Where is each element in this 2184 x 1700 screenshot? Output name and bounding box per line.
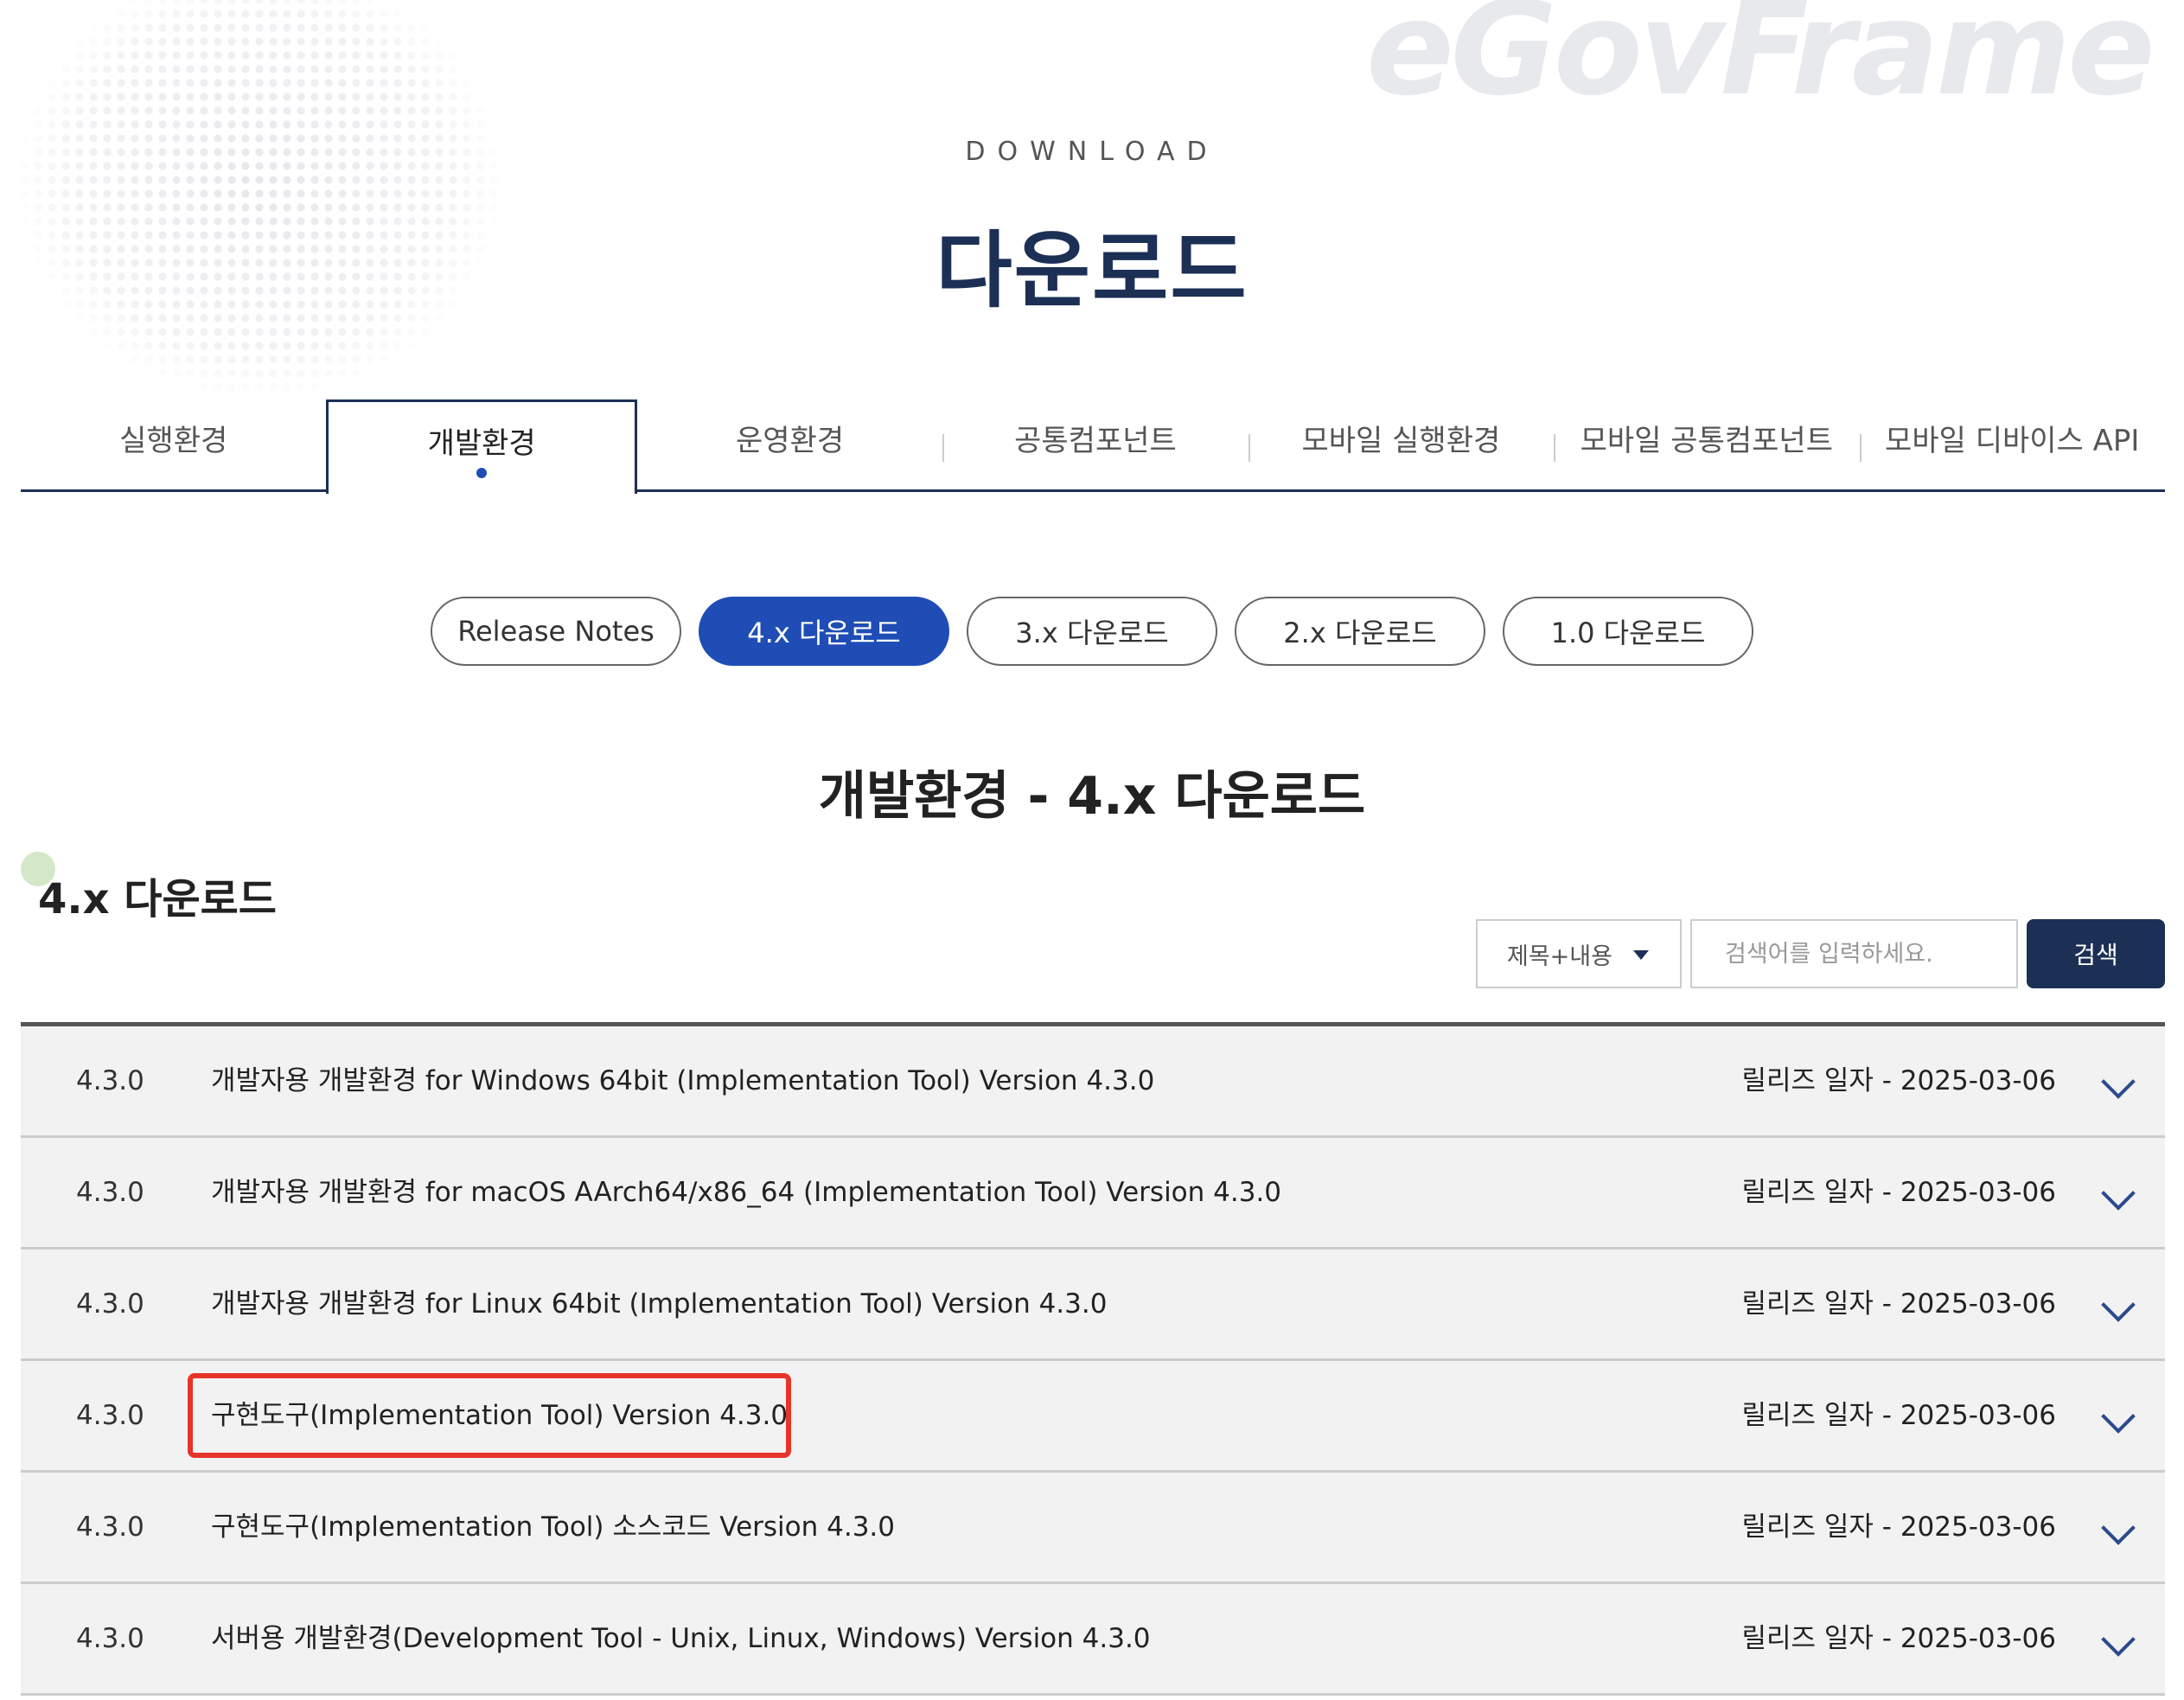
chevron-down-icon[interactable] xyxy=(2101,1511,2136,1545)
tab-label: 실행환경 xyxy=(119,423,228,458)
tab-separator xyxy=(942,434,945,462)
search-scope-select[interactable]: 제목+내용 xyxy=(1476,919,1682,988)
item-version: 4.3.0 xyxy=(76,1623,144,1654)
chevron-down-icon[interactable] xyxy=(2101,1399,2136,1434)
tab-label: 공통컴포넌트 xyxy=(1014,423,1177,458)
item-version: 4.3.0 xyxy=(76,1400,144,1431)
tab-separator xyxy=(1554,434,1556,462)
tab-mobile-device-api[interactable]: 모바일 디바이스 API xyxy=(1859,399,2165,491)
pill-4x-download[interactable]: 4.x 다운로드 xyxy=(699,597,949,666)
tab-label: 모바일 디바이스 API xyxy=(1885,423,2140,458)
chevron-down-icon[interactable] xyxy=(2101,1064,2136,1099)
tab-separator xyxy=(1859,434,1862,462)
tab-mobile-runtime-env[interactable]: 모바일 실행환경 xyxy=(1248,399,1554,491)
item-version: 4.3.0 xyxy=(76,1177,144,1208)
item-title[interactable]: 개발자용 개발환경 for macOS AArch64/x86_64 (Impl… xyxy=(211,1138,1281,1247)
item-release-date: 릴리즈 일자 - 2025-03-06 xyxy=(1741,1400,2056,1431)
search-input[interactable] xyxy=(1690,919,2018,988)
item-release-date: 릴리즈 일자 - 2025-03-06 xyxy=(1741,1511,2056,1543)
download-list: 4.3.0 개발자용 개발환경 for Windows 64bit (Imple… xyxy=(21,1022,2165,1696)
item-title[interactable]: 개발자용 개발환경 for Linux 64bit (Implementatio… xyxy=(211,1249,1107,1358)
item-release-date: 릴리즈 일자 - 2025-03-06 xyxy=(1741,1623,2056,1654)
tab-mobile-common-components[interactable]: 모바일 공통컴포넌트 xyxy=(1554,399,1859,491)
list-item[interactable]: 4.3.0 서버용 개발환경(Development Tool - Unix, … xyxy=(21,1584,2165,1696)
search-button[interactable]: 검색 xyxy=(2027,919,2165,988)
active-tab-dot-icon xyxy=(476,468,488,478)
item-title[interactable]: 구현도구(Implementation Tool) Version 4.3.0 xyxy=(211,1361,788,1470)
tab-label: 개발환경 xyxy=(427,425,536,461)
list-item[interactable]: 4.3.0 개발자용 개발환경 for Windows 64bit (Imple… xyxy=(21,1026,2165,1138)
category-tabs: 실행환경 개발환경 운영환경 공통컴포넌트 모바일 실행환경 모바일 공통컴포넌… xyxy=(21,399,2165,494)
caret-down-icon xyxy=(1633,950,1649,960)
tab-label: 모바일 공통컴포넌트 xyxy=(1580,423,1833,458)
decorative-dot-pattern xyxy=(17,0,501,398)
chevron-down-icon[interactable] xyxy=(2101,1622,2136,1657)
item-version: 4.3.0 xyxy=(76,1065,144,1096)
pill-release-notes[interactable]: Release Notes xyxy=(431,597,681,666)
section-title: 개발환경 - 4.x 다운로드 xyxy=(818,766,1366,827)
tab-separator xyxy=(1248,434,1250,462)
tab-label: 운영환경 xyxy=(735,423,845,458)
tab-common-components[interactable]: 공통컴포넌트 xyxy=(942,399,1248,491)
item-release-date: 릴리즈 일자 - 2025-03-06 xyxy=(1741,1177,2056,1208)
list-item[interactable]: 4.3.0 개발자용 개발환경 for macOS AArch64/x86_64… xyxy=(21,1138,2165,1249)
tab-ops-env[interactable]: 운영환경 xyxy=(637,399,942,491)
chevron-down-icon[interactable] xyxy=(2101,1288,2136,1322)
list-item[interactable]: 4.3.0 구현도구(Implementation Tool) Version … xyxy=(21,1361,2165,1473)
item-title[interactable]: 서버용 개발환경(Development Tool - Unix, Linux,… xyxy=(211,1584,1151,1693)
tab-dev-env[interactable]: 개발환경 xyxy=(326,399,637,494)
sub-title: 4.x 다운로드 xyxy=(38,875,277,923)
pill-3x-download[interactable]: 3.x 다운로드 xyxy=(967,597,1217,666)
list-item[interactable]: 4.3.0 개발자용 개발환경 for Linux 64bit (Impleme… xyxy=(21,1249,2165,1361)
item-title[interactable]: 개발자용 개발환경 for Windows 64bit (Implementat… xyxy=(211,1026,1154,1135)
search-scope-value: 제목+내용 xyxy=(1507,943,1612,970)
pill-2x-download[interactable]: 2.x 다운로드 xyxy=(1235,597,1485,666)
list-item[interactable]: 4.3.0 구현도구(Implementation Tool) 소스코드 Ver… xyxy=(21,1473,2165,1584)
tab-runtime-env[interactable]: 실행환경 xyxy=(21,399,326,491)
item-title[interactable]: 구현도구(Implementation Tool) 소스코드 Version 4… xyxy=(211,1473,895,1582)
item-release-date: 릴리즈 일자 - 2025-03-06 xyxy=(1741,1288,2056,1320)
page-eyebrow: DOWNLOAD xyxy=(965,137,1219,167)
pill-1-0-download[interactable]: 1.0 다운로드 xyxy=(1503,597,1753,666)
chevron-down-icon[interactable] xyxy=(2101,1176,2136,1211)
egovframe-watermark-logo: eGovFrame xyxy=(1366,0,2155,125)
page-title: 다운로드 xyxy=(936,222,1248,319)
tab-label: 모바일 실행환경 xyxy=(1301,423,1501,458)
item-version: 4.3.0 xyxy=(76,1288,144,1320)
item-version: 4.3.0 xyxy=(76,1511,144,1543)
item-release-date: 릴리즈 일자 - 2025-03-06 xyxy=(1741,1065,2056,1096)
version-pills: Release Notes 4.x 다운로드 3.x 다운로드 2.x 다운로드… xyxy=(0,597,2184,666)
